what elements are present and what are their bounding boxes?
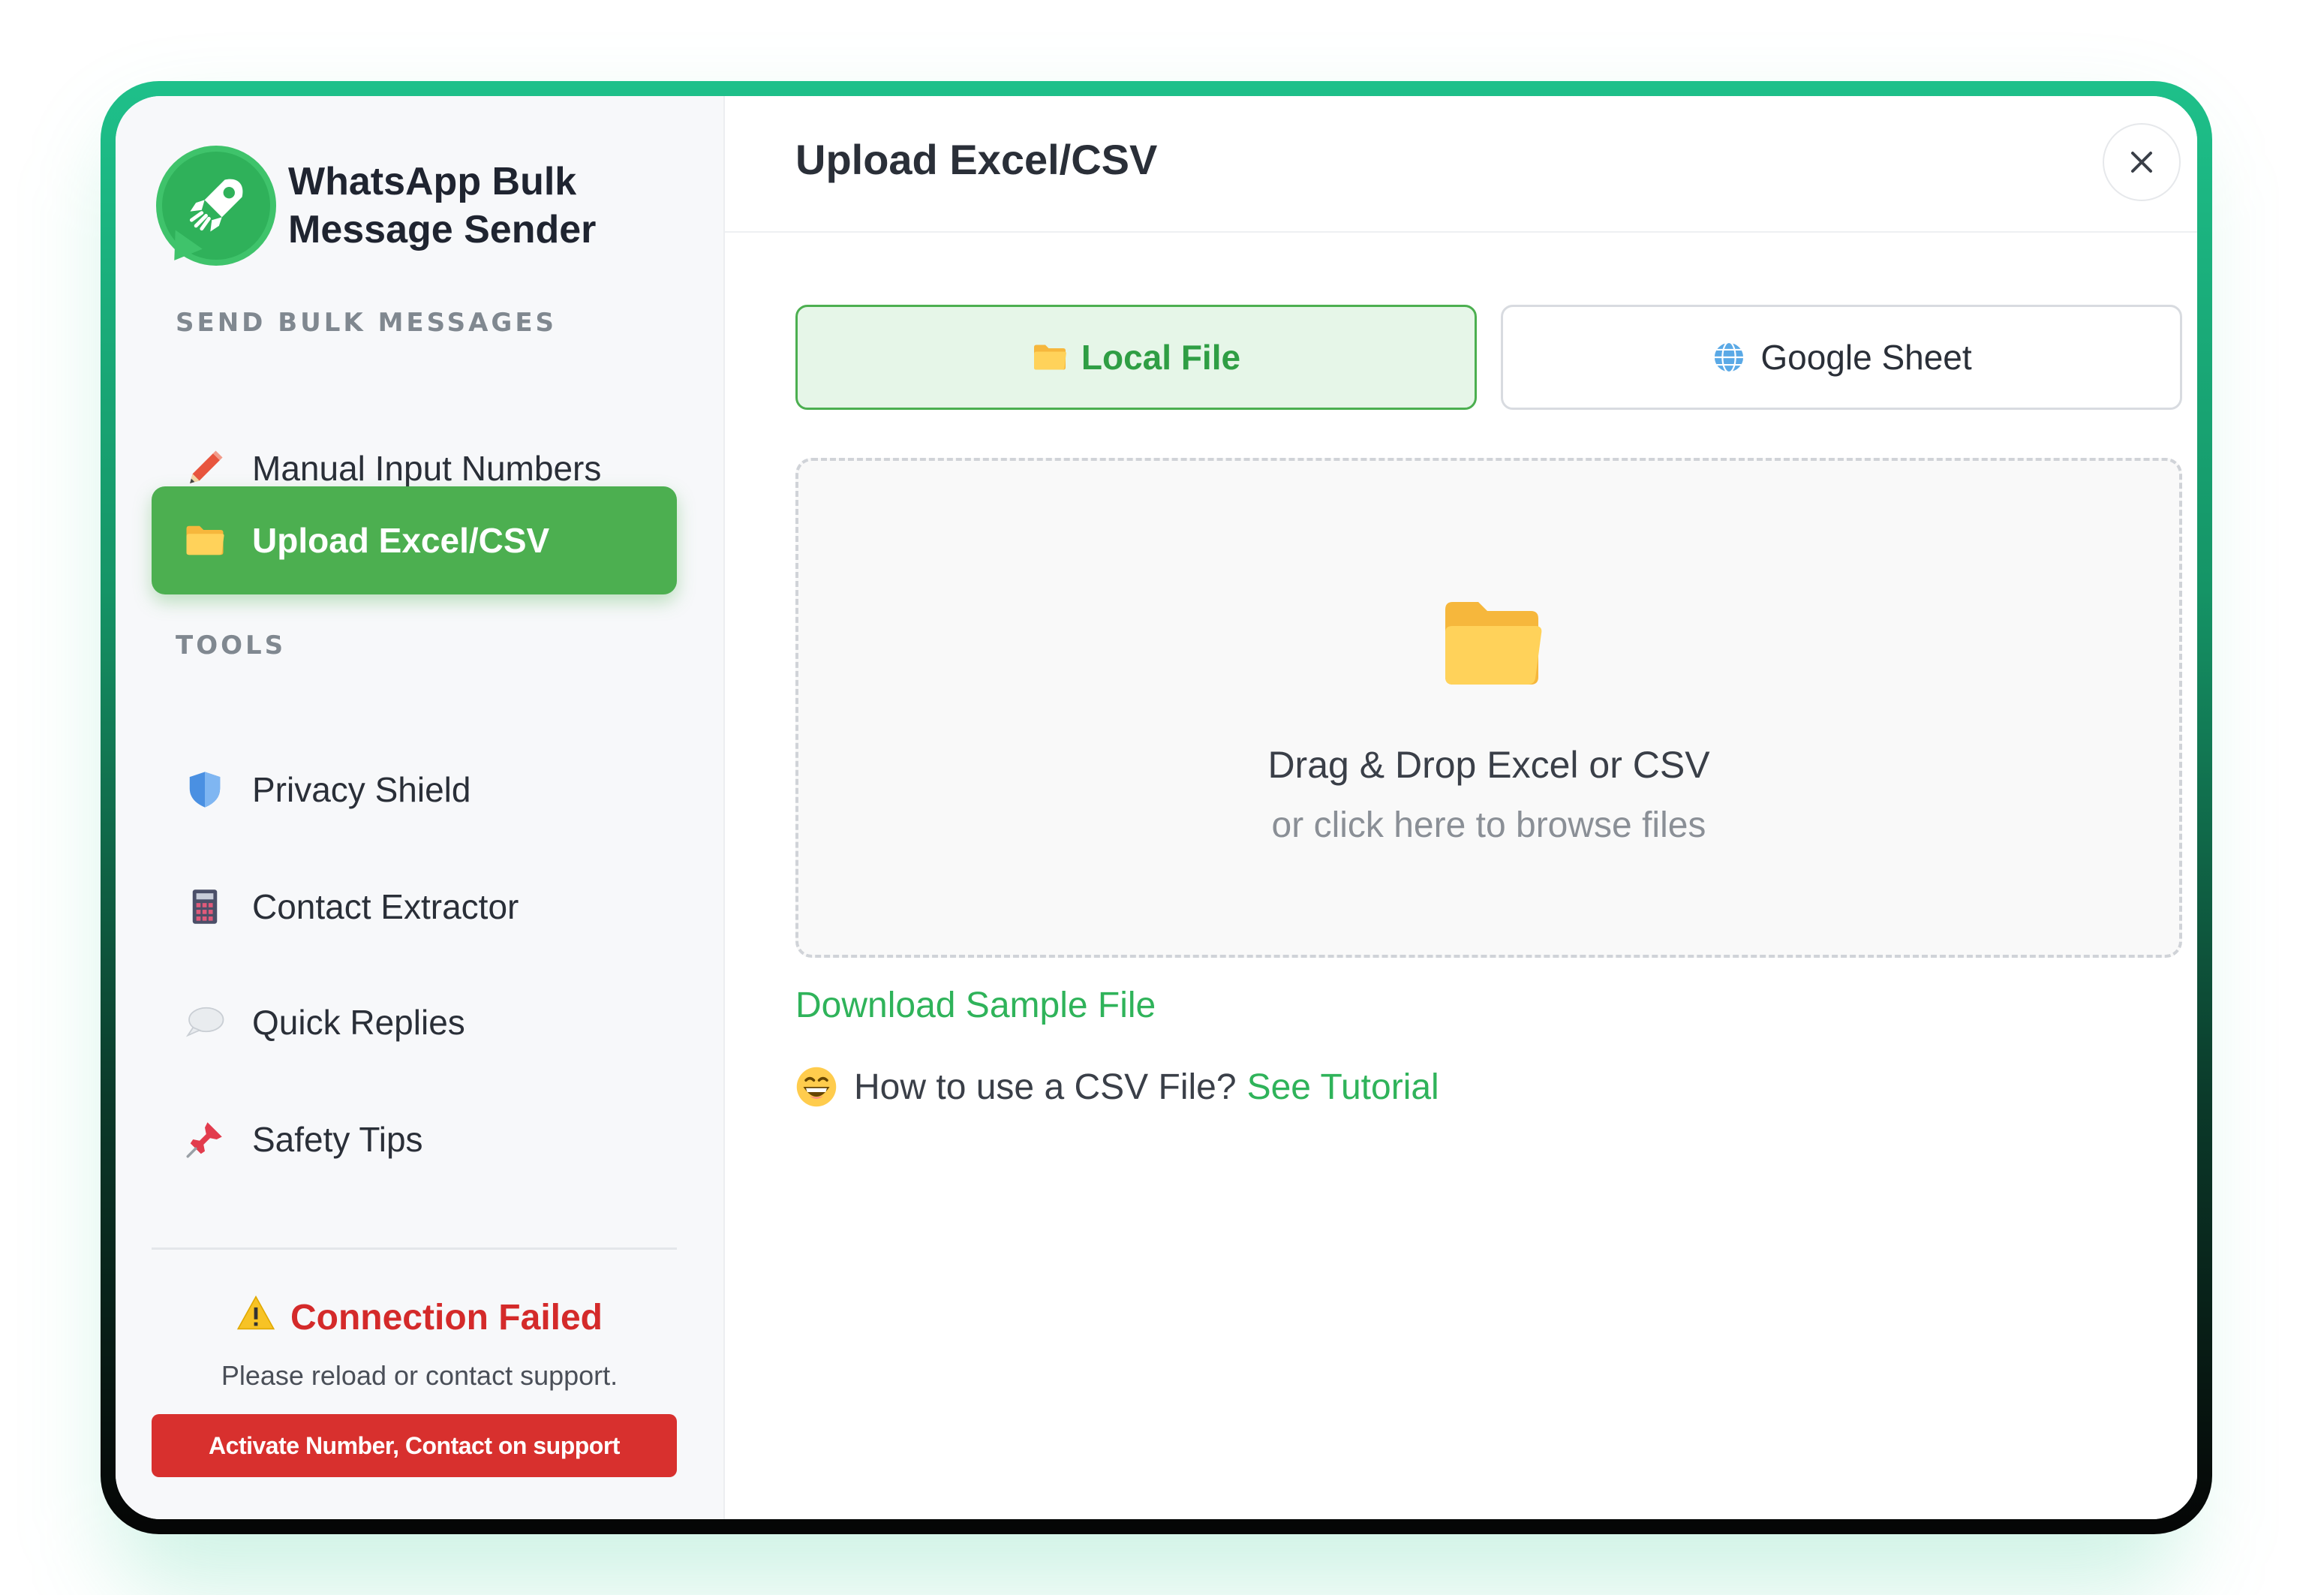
sidebar: WhatsApp Bulk Message Sender SEND BULK M… xyxy=(116,96,725,1519)
tutorial-hint: How to use a CSV File? See Tutorial xyxy=(795,1066,1439,1108)
sidebar-item-safety-tips[interactable]: Safety Tips xyxy=(152,1085,677,1193)
folder-icon xyxy=(182,517,228,564)
section-label-send: SEND BULK MESSAGES xyxy=(176,308,558,338)
app-window: WhatsApp Bulk Message Sender SEND BULK M… xyxy=(116,96,2197,1519)
warning-icon xyxy=(236,1295,275,1339)
file-dropzone[interactable]: Drag & Drop Excel or CSV or click here t… xyxy=(795,458,2182,958)
sidebar-item-quick-replies[interactable]: Quick Replies xyxy=(152,968,677,1076)
pushpin-icon xyxy=(182,1116,228,1163)
download-sample-link[interactable]: Download Sample File xyxy=(795,985,1156,1026)
sidebar-item-upload-excel[interactable]: Upload Excel/CSV xyxy=(152,486,677,594)
grinning-face-icon xyxy=(796,1067,837,1107)
tab-google-sheet[interactable]: Google Sheet xyxy=(1501,305,2182,410)
close-button[interactable] xyxy=(2103,123,2181,201)
sidebar-item-privacy-shield[interactable]: Privacy Shield xyxy=(152,736,677,844)
brand: WhatsApp Bulk Message Sender xyxy=(156,146,603,270)
sidebar-item-label: Upload Excel/CSV xyxy=(252,521,550,560)
close-icon xyxy=(2131,152,2152,173)
connection-status-subtitle: Please reload or contact support. xyxy=(221,1360,618,1391)
sidebar-item-label: Contact Extractor xyxy=(252,887,519,926)
rocket-logo-icon xyxy=(156,146,276,270)
section-label-tools: TOOLS xyxy=(176,630,287,661)
tab-label: Google Sheet xyxy=(1760,338,1972,377)
connection-status: Connection Failed xyxy=(116,1295,723,1339)
dropzone-title: Drag & Drop Excel or CSV xyxy=(1267,744,1710,786)
sidebar-item-label: Manual Input Numbers xyxy=(252,449,602,488)
sidebar-item-label: Quick Replies xyxy=(252,1003,465,1042)
sidebar-divider xyxy=(152,1247,677,1250)
sidebar-item-label: Safety Tips xyxy=(252,1120,423,1159)
folder-icon xyxy=(1032,339,1068,375)
pencil-icon xyxy=(182,445,228,492)
see-tutorial-link[interactable]: See Tutorial xyxy=(1247,1067,1439,1108)
connection-status-title: Connection Failed xyxy=(290,1297,603,1338)
speech-bubble-icon xyxy=(182,999,228,1046)
tutorial-text: How to use a CSV File? xyxy=(854,1067,1237,1107)
app-name: WhatsApp Bulk Message Sender xyxy=(288,160,597,251)
main-panel: Upload Excel/CSV Local File Google Sheet… xyxy=(725,96,2197,1519)
calculator-icon xyxy=(182,883,228,930)
tab-label: Local File xyxy=(1081,338,1241,377)
folder-icon xyxy=(1445,602,1542,685)
page-title: Upload Excel/CSV xyxy=(795,136,1158,183)
main-header: Upload Excel/CSV xyxy=(725,96,2197,233)
activate-number-button[interactable]: Activate Number, Contact on support xyxy=(152,1414,677,1477)
shield-icon xyxy=(182,766,228,813)
tab-local-file[interactable]: Local File xyxy=(795,305,1477,410)
sidebar-item-contact-extractor[interactable]: Contact Extractor xyxy=(152,853,677,961)
globe-icon xyxy=(1711,339,1747,375)
dropzone-subtitle: or click here to browse files xyxy=(1271,805,1706,845)
sidebar-item-label: Privacy Shield xyxy=(252,770,471,809)
